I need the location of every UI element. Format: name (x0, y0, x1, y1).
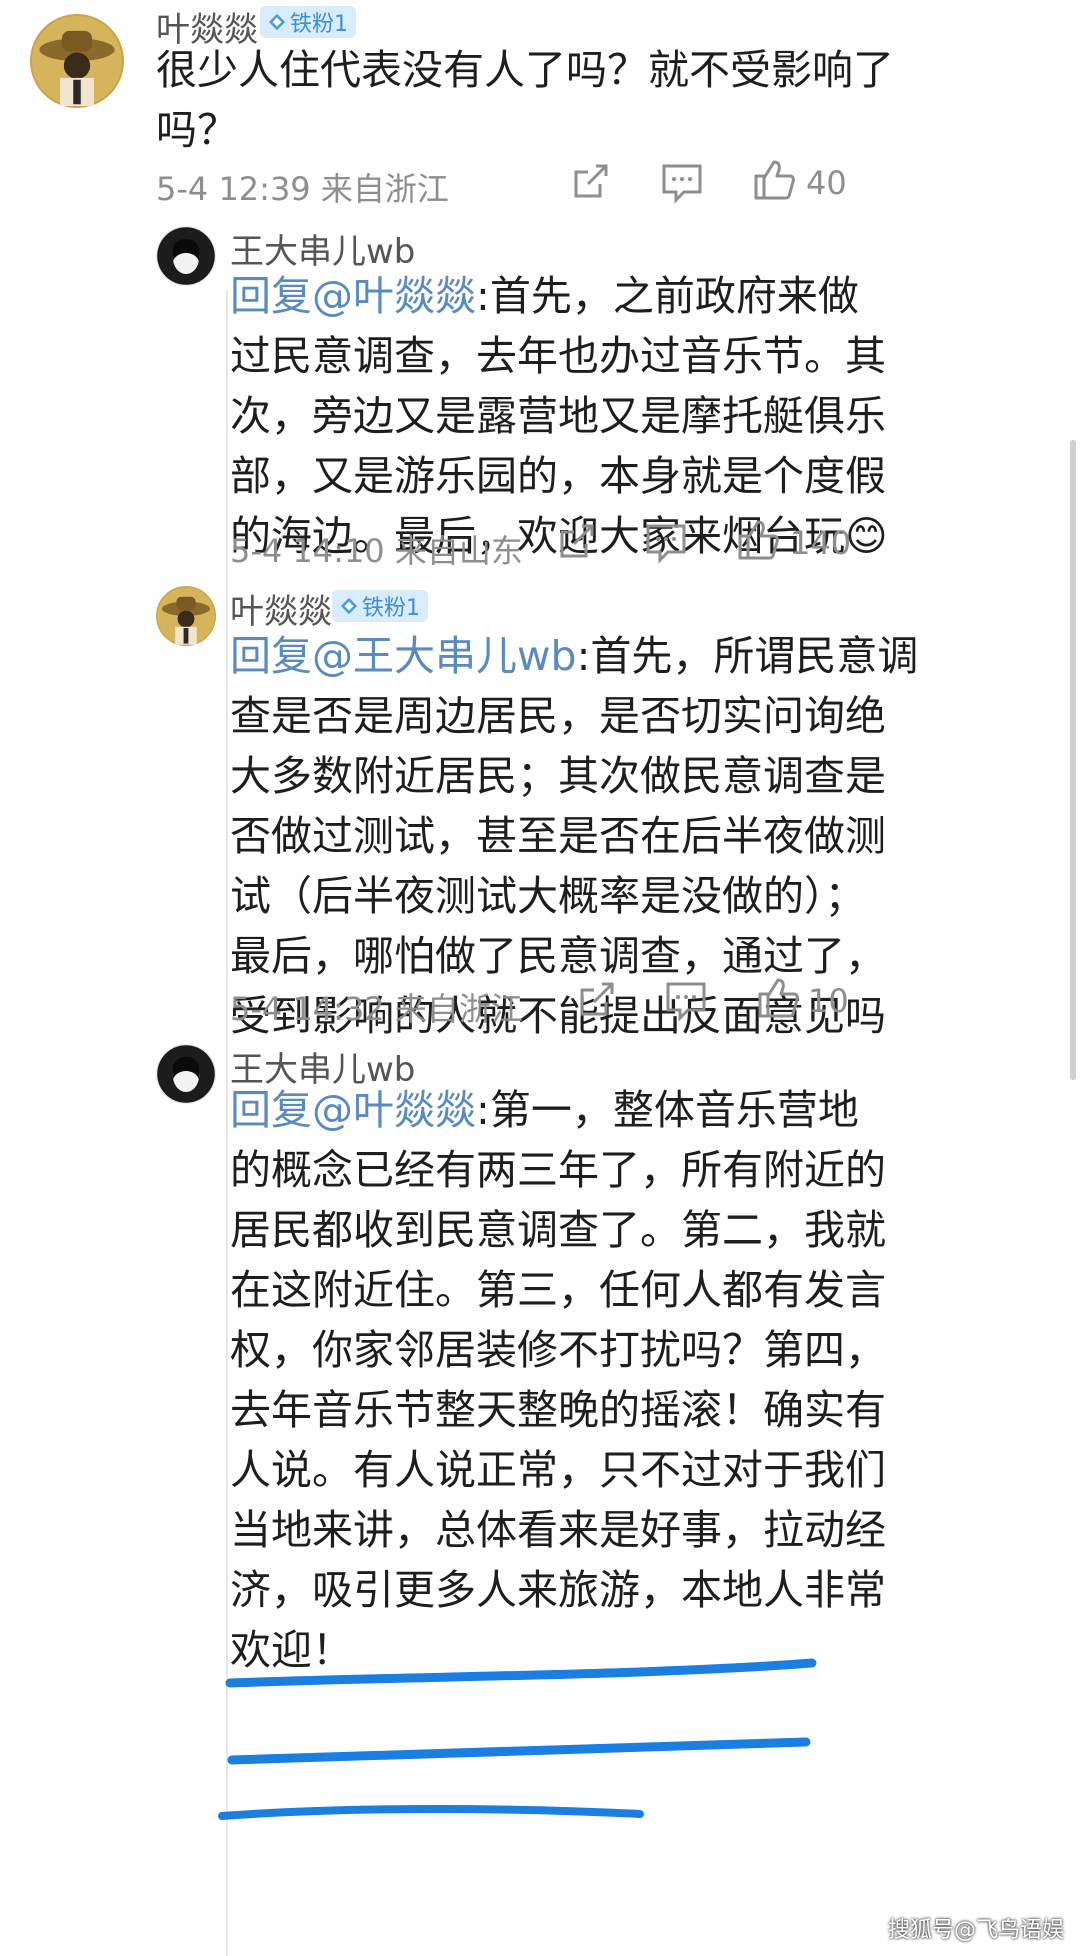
comment-text: 很少人住代表没有人了吗？就不受影响了 吗？ (156, 40, 894, 160)
comment-text-line: 吗？ (156, 106, 238, 154)
reply-text-line: 查是否是周边居民，是否切实问询绝 (230, 692, 886, 740)
scrollbar[interactable] (1070, 440, 1076, 1080)
like-icon (758, 978, 799, 1018)
reply-text-segment: :首先，之前政府来做 (476, 272, 859, 320)
watermark: 搜狐号@飞鸟语娱 (888, 1918, 1065, 1943)
highlight-underline (227, 1737, 811, 1765)
fan-badge: 铁粉1 (332, 590, 428, 622)
like-icon (754, 160, 795, 200)
comment-button[interactable] (642, 518, 690, 566)
reply-text-line: 人说。有人说正常，只不过对于我们 (230, 1446, 886, 1494)
diamond-icon (268, 13, 286, 31)
reply-text-line: 回复@叶燚燚:第一，整体音乐营地 (230, 1080, 886, 1140)
reply-text-line: 次，旁边又是露营地又是摩托艇俱乐 (230, 392, 886, 440)
reply-text-line: 在这附近住。第三，任何人都有发言 (230, 1266, 886, 1314)
mention-link[interactable]: 回复@叶燚燚 (230, 1086, 476, 1134)
reply-thread-rail (226, 290, 228, 1956)
reply-text-line: 居民都收到民意调查了。第二，我就 (230, 1206, 886, 1254)
comment-icon (662, 164, 702, 204)
like-button[interactable] (754, 974, 802, 1022)
smile-emoji: 😊 (845, 512, 888, 560)
reply-text-line: 否做过测试，甚至是否在后半夜做测 (230, 812, 886, 860)
comment-button[interactable] (658, 158, 706, 206)
diamond-icon (340, 597, 358, 615)
reply-text-line: 的概念已经有两三年了，所有附近的 (230, 1146, 886, 1194)
share-button[interactable] (572, 976, 620, 1024)
fan-badge: 铁粉1 (260, 6, 356, 38)
reply-date: 5-4 14:32 (230, 990, 385, 1028)
comment-button[interactable] (662, 976, 710, 1024)
avatar[interactable] (156, 586, 216, 646)
reply-text-line: 过民意调查，去年也办过音乐节。其 (230, 332, 886, 380)
reply-text-line: 部，又是游乐园的，本身就是个度假 (230, 452, 886, 500)
like-button[interactable] (750, 156, 798, 204)
comment-icon (646, 524, 686, 564)
comment-text-line: 很少人住代表没有人了吗？就不受影响了 (156, 46, 894, 94)
mention-link[interactable]: 回复@叶燚燚 (230, 272, 476, 320)
reply-text-line: 试（后半夜测试大概率是没做的）； (230, 872, 866, 920)
reply-text-line: 大多数附近居民；其次做民意调查是 (230, 752, 886, 800)
reply-text-segment: :首先，所谓民意调 (576, 632, 919, 680)
like-count: 140 (790, 524, 852, 562)
reply-text-line: 回复@王大串儿wb:首先，所谓民意调 (230, 626, 918, 686)
like-count: 10 (808, 982, 849, 1020)
reply-meta: 5-4 14:32 来自浙江 (230, 984, 523, 1030)
share-icon (560, 524, 594, 558)
reply-text-line: 回复@叶燚燚:首先，之前政府来做 (230, 266, 888, 326)
fan-badge-label: 铁粉1 (362, 596, 420, 621)
mention-link[interactable]: 回复@王大串儿wb (230, 632, 577, 680)
like-count: 40 (806, 164, 847, 202)
comment-location: 来自浙江 (320, 170, 449, 208)
reply-text-line: 去年音乐节整天整晚的摇滚！确实有 (230, 1386, 886, 1434)
comment-date: 5-4 12:39 (156, 170, 311, 208)
avatar[interactable] (156, 1044, 216, 1104)
reply-text-line: 权，你家邻居装修不打扰吗？第四， (230, 1326, 886, 1374)
reply-text-line: 当地来讲，总体看来是好事，拉动经 (230, 1506, 886, 1554)
share-icon (574, 164, 608, 198)
reply-text-line: 欢迎！ (230, 1626, 353, 1674)
like-icon (738, 520, 779, 560)
reply-meta: 5-4 14:10 来自山东 (230, 526, 523, 572)
reply-location: 来自浙江 (394, 990, 523, 1028)
reply-text: 回复@叶燚燚:第一，整体音乐营地 的概念已经有两三年了，所有附近的 居民都收到民… (230, 1080, 886, 1680)
share-button[interactable] (566, 158, 614, 206)
comment-icon (666, 982, 706, 1022)
fan-badge-label: 铁粉1 (290, 12, 348, 37)
like-button[interactable] (734, 516, 782, 564)
reply-text-segment: :第一，整体音乐营地 (476, 1086, 859, 1134)
highlight-underline (218, 1805, 644, 1820)
reply-location: 来自山东 (394, 532, 523, 570)
comment-meta: 5-4 12:39 来自浙江 (156, 164, 449, 210)
avatar[interactable] (156, 226, 216, 286)
share-button[interactable] (552, 518, 600, 566)
avatar[interactable] (30, 14, 124, 108)
reply-text-line: 济，吸引更多人来旅游，本地人非常 (230, 1566, 886, 1614)
share-icon (580, 982, 614, 1016)
reply-date: 5-4 14:10 (230, 532, 385, 570)
